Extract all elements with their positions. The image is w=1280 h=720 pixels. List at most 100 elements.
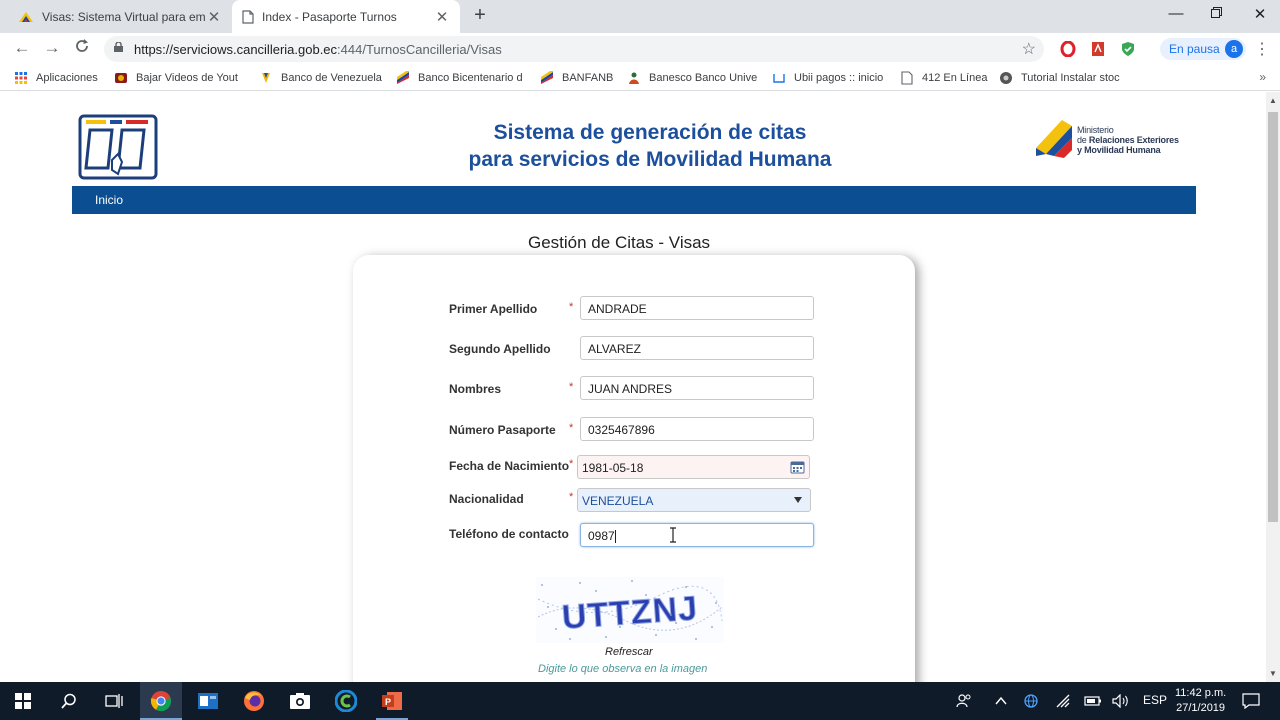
taskbar-firefox[interactable] [242,689,266,713]
restore-button[interactable] [1206,5,1226,22]
ministry-name: Ministerio de Relaciones Exteriores y Mo… [1077,125,1179,155]
mail-app-icon [198,693,218,709]
video-download-icon [115,73,127,83]
bookmark-item[interactable]: BANFANB [540,71,613,85]
address-bar[interactable]: https://serviciows.cancilleria.gob.ec:44… [104,36,1044,62]
page-content: Sistema de generación de citas para serv… [0,92,1266,682]
page-icon [901,71,913,85]
chevron-up-icon[interactable] [995,696,1007,706]
site-logo[interactable] [78,114,158,180]
fecha-nacimiento-input[interactable]: 1981-05-18 [577,455,810,479]
telefono-value: 0987 [588,529,615,543]
search-icon [61,693,76,709]
required-mark: * [569,491,574,503]
notifications-icon[interactable] [1242,693,1260,709]
taskbar-chrome[interactable] [149,689,173,713]
minimize-button[interactable]: — [1166,5,1186,22]
tab-index[interactable]: Index - Pasaporte Turnos ✕ [232,0,460,33]
url-text: https://serviciows.cancilleria.gob.ec:44… [134,42,502,57]
site-title-line: para servicios de Movilidad Humana [468,148,832,171]
segundo-apellido-input[interactable]: ALVAREZ [580,336,814,360]
required-mark: * [569,301,574,313]
scrollbar-thumb[interactable] [1268,112,1278,522]
taskbar-outlook[interactable] [196,689,220,713]
tutorial-logo-icon [1000,72,1012,84]
page-scrollbar[interactable]: ▲ ▼ [1266,92,1280,682]
people-icon[interactable] [956,693,972,709]
bookmark-star-icon[interactable]: ☆ [1022,39,1036,59]
windows-taskbar: P ESP 11:42 p.m. 27/1/2019 [0,682,1280,720]
ministry-line: Ministerio [1077,125,1114,135]
start-button[interactable] [11,689,35,713]
pasaporte-input[interactable]: 0325467896 [580,417,814,441]
scroll-up-icon[interactable]: ▲ [1269,96,1277,105]
search-button[interactable] [57,689,81,713]
pdf-extension-icon[interactable] [1090,41,1106,57]
back-button[interactable]: ← [12,38,32,58]
taskbar-clock[interactable]: 11:42 p.m. 27/1/2019 [1175,686,1226,716]
text-caret [614,530,616,544]
bookmark-item[interactable]: Banco de Venezuela [259,71,382,85]
captcha-hint: Digite lo que observa en la imagen [538,663,708,675]
bookmark-item[interactable]: Bajar Videos de Yout [114,71,238,85]
restore-icon [1210,7,1222,18]
calendar-icon[interactable] [790,460,805,474]
main-navbar: Inicio [72,186,1196,214]
wifi-icon[interactable] [1055,694,1071,708]
lock-icon [114,42,123,52]
field-label: Segundo Apellido [449,342,551,356]
firefox-icon [244,691,264,711]
battery-icon[interactable] [1084,695,1102,707]
close-icon[interactable]: ✕ [434,8,450,26]
primer-apellido-input[interactable]: ANDRADE [580,296,814,320]
opera-extension-icon[interactable] [1060,41,1076,57]
browser-toolbar: ← → https://serviciows.cancilleria.gob.e… [0,33,1280,65]
scroll-down-icon[interactable]: ▼ [1269,669,1277,678]
tab-title: Index - Pasaporte Turnos [262,9,397,24]
field-primer-apellido: Primer Apellido * ANDRADE [449,296,829,320]
field-label: Primer Apellido [449,302,538,316]
bookmark-item[interactable]: Banesco Banco Unive [627,71,757,85]
taskbar-powerpoint[interactable]: P [380,689,404,713]
taskbar-camtasia[interactable] [334,689,358,713]
network-globe-icon[interactable] [1024,694,1038,708]
close-icon[interactable]: ✕ [206,8,222,26]
field-label: Teléfono de contacto [449,527,569,541]
volume-icon[interactable] [1112,694,1130,708]
forward-button[interactable]: → [42,38,62,58]
field-label: Número Pasaporte [449,423,556,437]
chrome-menu-icon[interactable]: ⋮ [1254,39,1270,59]
captcha-refresh-link[interactable]: Refrescar [605,646,653,658]
task-view-button[interactable] [102,689,126,713]
site-title-line: Sistema de generación de citas [493,121,807,144]
site-title: Sistema de generación de citas para serv… [420,119,880,173]
profile-button[interactable]: En pausa a [1160,38,1246,60]
bookmarks-overflow-icon[interactable]: » [1259,70,1266,84]
new-tab-button[interactable]: + [468,4,492,27]
nav-home-link[interactable]: Inicio [95,193,123,207]
windows-logo-icon [15,693,31,709]
bookmark-item[interactable]: Banco Bicentenario d [396,71,523,85]
powerpoint-icon: P [382,692,402,710]
required-mark: * [569,381,574,393]
tab-title: Visas: Sistema Virtual para emisio [42,9,206,24]
bookmarks-bar: Aplicaciones Bajar Videos de Yout Banco … [0,65,1280,91]
reload-button[interactable] [72,38,92,58]
bookmark-item[interactable]: Ubii pagos :: inicio [772,71,883,85]
bookmark-label: Ubii pagos :: inicio [794,72,884,84]
bookmark-apps[interactable]: Aplicaciones [14,71,98,85]
bookmark-item[interactable]: Tutorial Instalar stoc [999,71,1120,85]
avatar: a [1225,40,1243,58]
bookmark-item[interactable]: 412 En Línea [900,71,987,85]
nombres-input[interactable]: JUAN ANDRES [580,376,814,400]
close-window-button[interactable]: ✕ [1250,5,1270,23]
telefono-input[interactable]: 0987 [580,523,814,547]
bookmark-label: Banco Bicentenario d [418,72,523,84]
nacionalidad-select[interactable]: VENEZUELA [577,488,811,512]
input-language[interactable]: ESP [1143,693,1167,707]
fecha-value: 1981-05-18 [582,461,644,475]
taskbar-camera[interactable] [288,689,312,713]
clock-date: 27/1/2019 [1176,702,1226,714]
shield-extension-icon[interactable] [1120,41,1136,57]
tab-visas[interactable]: Visas: Sistema Virtual para emisio ✕ [8,0,232,33]
